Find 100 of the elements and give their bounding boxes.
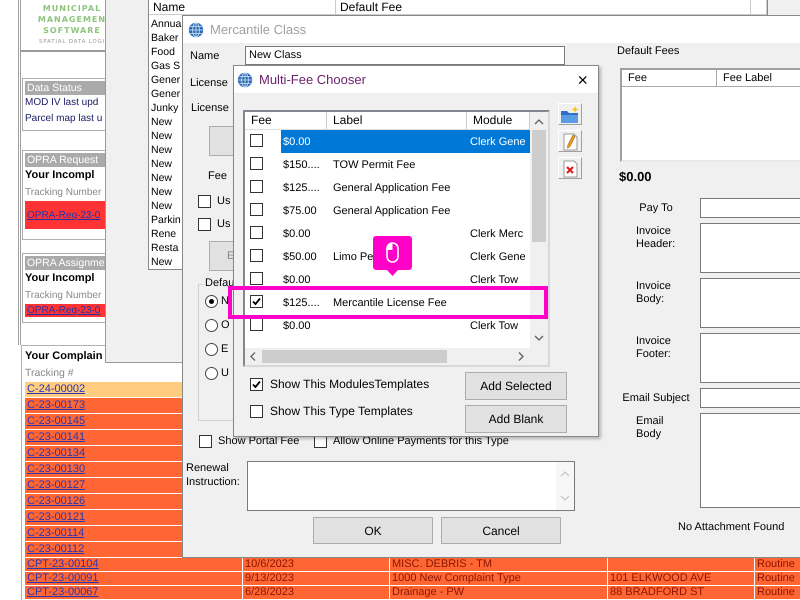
checkbox[interactable] — [250, 294, 263, 308]
radio-label: U — [221, 367, 229, 379]
table-cell: Clerk Gene — [470, 250, 526, 262]
list-row[interactable]: $125.... Mercantile License Fee — [245, 291, 530, 314]
edit-button[interactable] — [558, 130, 582, 152]
field-label: License — [190, 76, 228, 90]
delete-button[interactable] — [558, 157, 582, 179]
checkbox-label: Us — [217, 218, 230, 230]
tracking-link[interactable]: C-24-00002 — [27, 383, 86, 395]
list-row[interactable]: $150.... TOW Permit Fee — [245, 153, 530, 176]
vertical-scrollbar[interactable] — [530, 112, 548, 348]
input-field[interactable] — [700, 198, 800, 218]
text-area[interactable] — [700, 413, 800, 508]
renewal-field[interactable] — [247, 461, 575, 511]
edit-icon — [560, 132, 580, 150]
name-field[interactable]: New Class — [245, 46, 565, 65]
new-button[interactable] — [558, 103, 582, 125]
list-item[interactable]: New — [151, 143, 172, 157]
table-cell: $75.00 — [283, 204, 317, 216]
list-item[interactable]: Baker — [151, 31, 178, 45]
table-cell: General Application Fee — [333, 204, 450, 216]
checkbox-label: Show This ModulesTemplates — [270, 377, 430, 391]
field-label: Invoice Header: — [635, 224, 676, 251]
table-cell: $0.00 — [283, 136, 311, 148]
checkbox[interactable] — [198, 218, 211, 230]
field-label: Email Subject — [621, 392, 691, 404]
checkbox[interactable] — [199, 434, 212, 448]
checkbox[interactable] — [250, 226, 263, 238]
text-area[interactable] — [700, 278, 800, 328]
list-row[interactable]: $75.00 General Application Fee — [245, 199, 530, 222]
table-cell: 10/6/2023 — [245, 558, 294, 570]
list-item[interactable]: Gener — [151, 87, 180, 101]
list-row[interactable]: $0.00 Clerk Tow — [245, 314, 530, 337]
list-item[interactable]: New — [151, 199, 172, 213]
dialog-button[interactable]: Add Blank — [465, 405, 567, 433]
status-text: Parcel map last u — [25, 112, 104, 126]
list-item[interactable]: Gas S — [151, 59, 180, 73]
checkbox[interactable] — [250, 134, 263, 146]
list-item[interactable]: New — [151, 115, 172, 129]
field-label: Email Body — [635, 414, 665, 441]
window-title: Mercantile Class — [210, 22, 306, 37]
list-item[interactable]: Gener — [151, 73, 180, 87]
radio-button[interactable] — [205, 342, 218, 356]
globe-icon — [188, 22, 204, 38]
list-item[interactable]: New — [151, 129, 172, 143]
globe-icon — [237, 72, 253, 88]
column-header: Fee Label — [717, 70, 800, 87]
list-item[interactable]: New — [151, 255, 172, 269]
list-item[interactable]: Annua — [151, 17, 182, 31]
text-area[interactable] — [700, 223, 800, 273]
column-header: Default Fee — [336, 0, 751, 14]
column-header: Fee — [622, 70, 717, 87]
logo-text: MANAGEMEN — [36, 14, 108, 25]
list-item[interactable]: New — [151, 157, 172, 171]
checkbox[interactable] — [250, 404, 263, 418]
checkbox[interactable] — [198, 194, 211, 208]
dialog-button[interactable]: Add Selected — [465, 372, 567, 400]
table-cell: Clerk Gene — [470, 136, 526, 148]
horizontal-scrollbar[interactable] — [245, 348, 530, 365]
input-field[interactable] — [700, 388, 800, 408]
text-area[interactable] — [700, 333, 800, 383]
table-cell: $125.... — [283, 296, 320, 308]
radio-button[interactable] — [205, 318, 218, 332]
checkbox[interactable] — [250, 156, 263, 170]
section-heading: Your Incompl — [25, 168, 96, 183]
column-header: Tracking Number — [25, 186, 102, 200]
radio-button[interactable] — [205, 294, 218, 308]
radio-button[interactable] — [205, 366, 218, 380]
close-button[interactable]: × — [577, 70, 588, 88]
dialog-button[interactable]: Cancel — [441, 517, 561, 544]
checkbox[interactable] — [250, 272, 263, 284]
list-row[interactable]: $0.00 Clerk Tow — [245, 268, 530, 291]
radio-label: O — [221, 319, 230, 331]
field-label: Pay To — [638, 202, 674, 214]
logo-text: SOFTWARE — [42, 25, 102, 36]
column-header: Fee — [245, 112, 327, 129]
list-item[interactable]: Resta — [151, 241, 178, 255]
checkbox[interactable] — [250, 248, 263, 262]
list-item[interactable]: Rene — [151, 227, 176, 241]
checkbox[interactable] — [250, 202, 263, 216]
list-item[interactable]: Parkin — [151, 213, 181, 227]
dialog-button[interactable]: OK — [313, 517, 433, 544]
table-cell: Routine — [757, 586, 795, 598]
field-label: Fee — [208, 169, 227, 183]
field-label: Renewal Instruction: — [186, 461, 241, 489]
column-header: Label — [327, 112, 467, 129]
list-item[interactable]: Food — [151, 45, 175, 59]
table-cell: 1000 New Complaint Type — [392, 572, 521, 584]
logo-text: MUNICIPAL — [42, 3, 102, 14]
list-item[interactable]: Junky — [151, 101, 178, 115]
checkbox[interactable] — [250, 180, 263, 192]
list-item[interactable]: New — [151, 185, 172, 199]
checkbox[interactable] — [250, 378, 263, 390]
list-row[interactable]: $0.00 Clerk Merc — [245, 222, 530, 245]
window-title: Multi-Fee Chooser — [259, 72, 367, 87]
list-row[interactable]: $50.00 Limo Pe Clerk Gene — [245, 245, 530, 268]
checkbox-label: Show This Type Templates — [270, 404, 413, 418]
list-row[interactable]: $125.... General Application Fee — [245, 176, 530, 199]
list-item[interactable]: New — [151, 171, 172, 185]
table-cell: $125.... — [283, 182, 320, 194]
